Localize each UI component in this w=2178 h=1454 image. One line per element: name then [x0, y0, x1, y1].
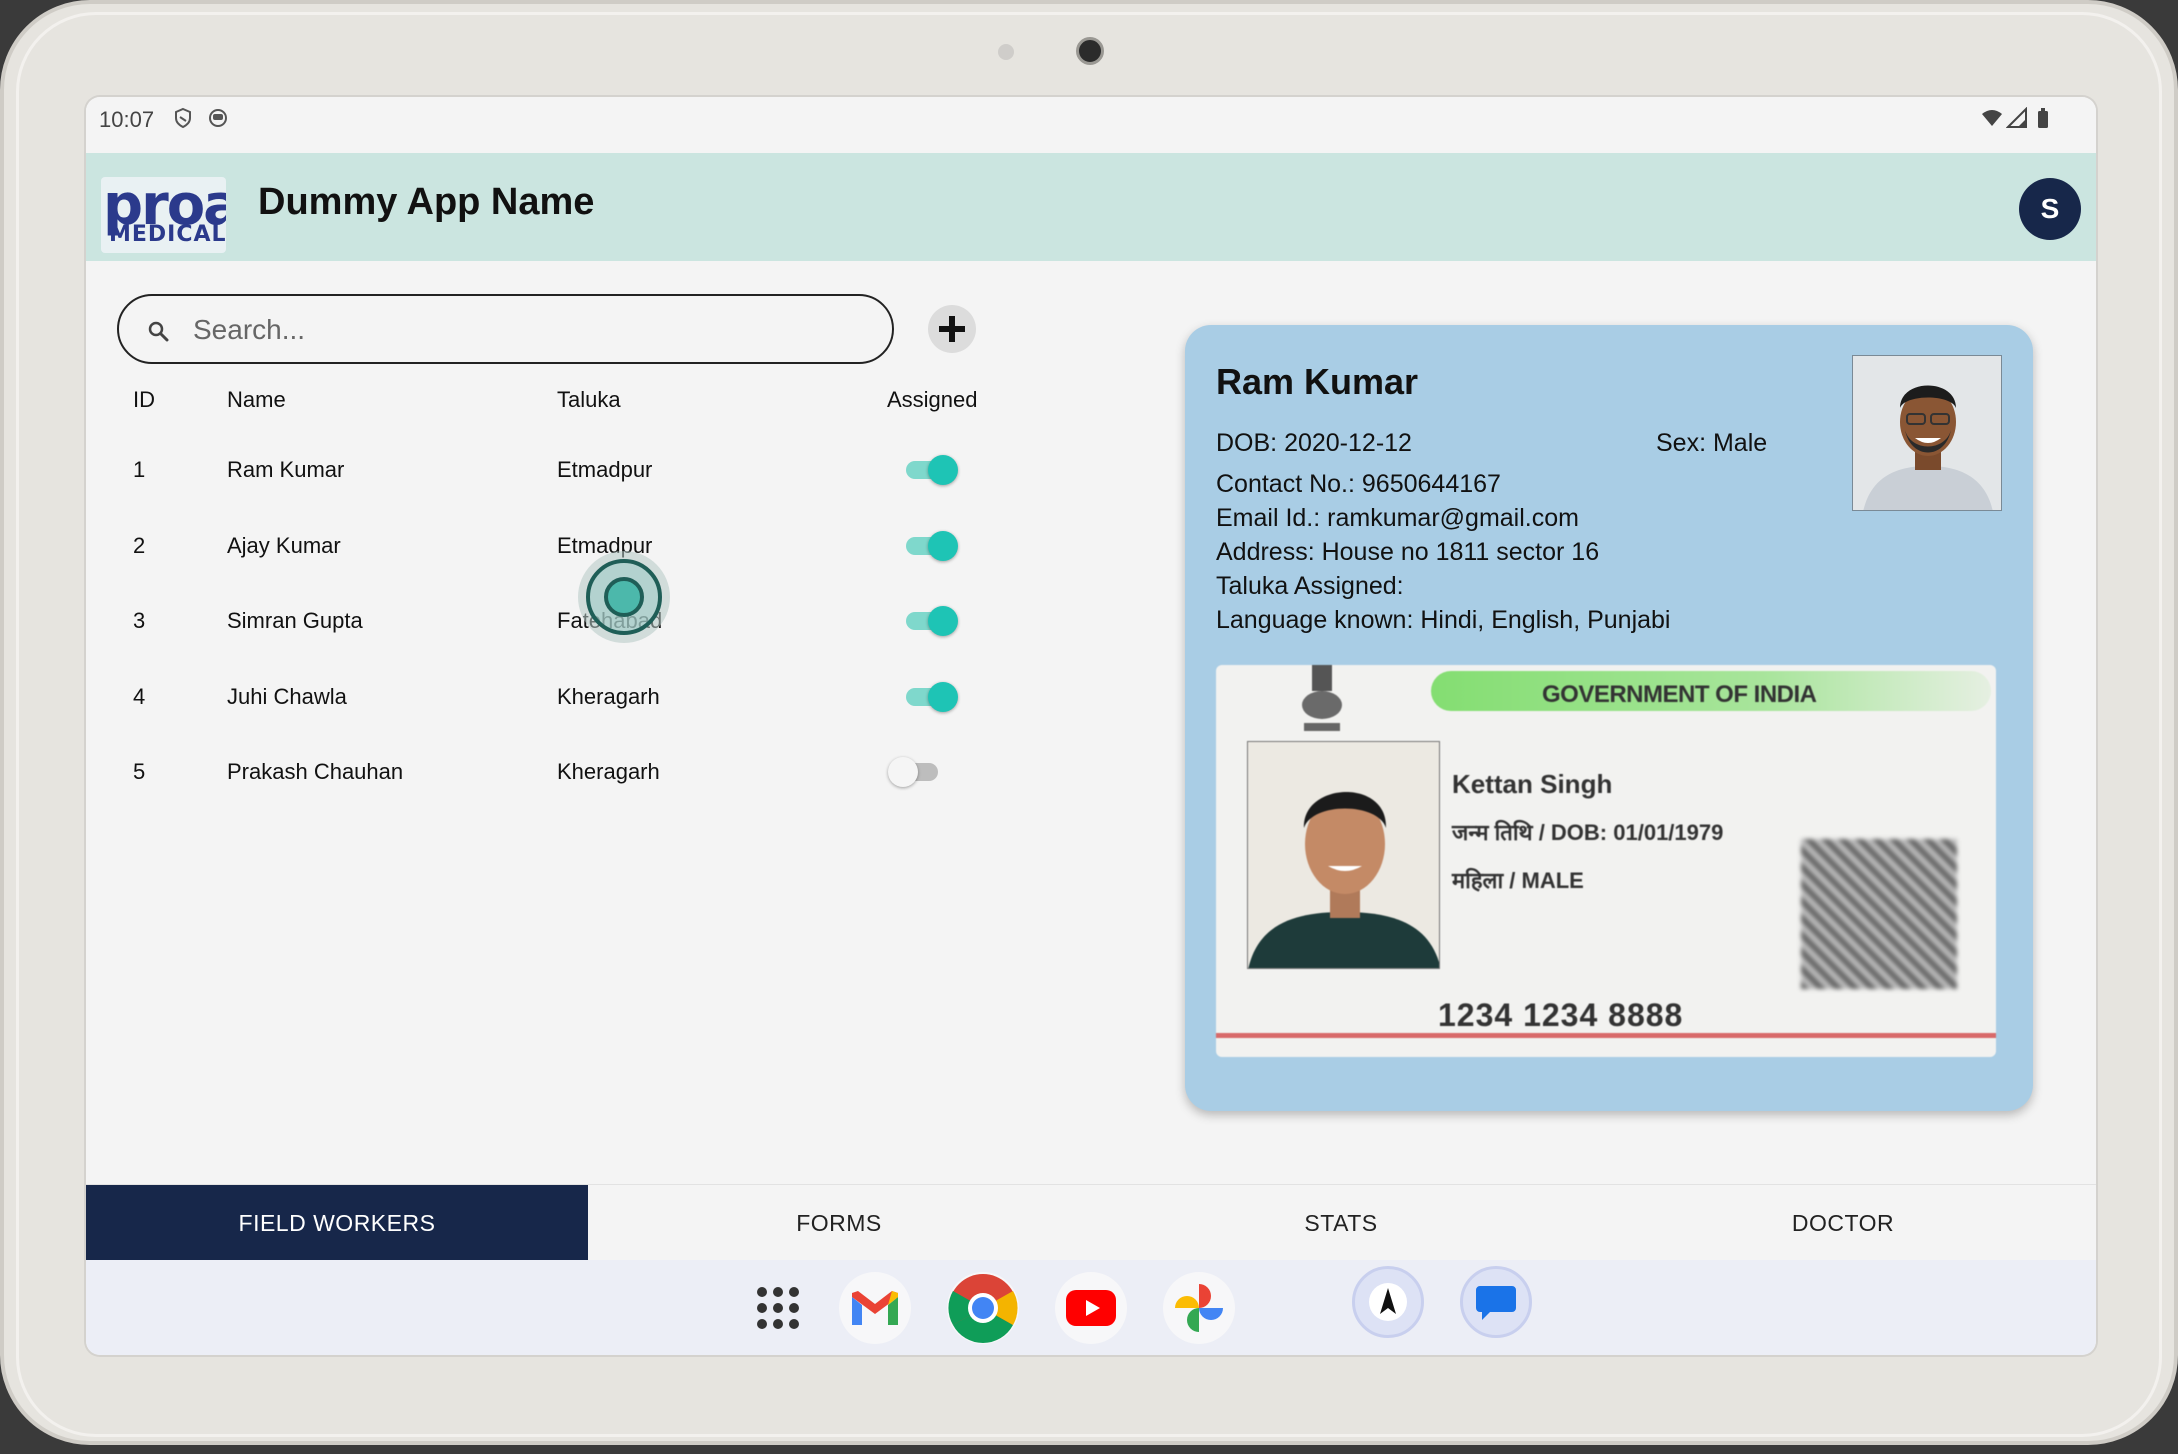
photos-icon[interactable] [1163, 1272, 1235, 1344]
bottom-tab-bar: FIELD WORKERS FORMS STATS DOCTOR [86, 1184, 2096, 1261]
cell-id: 1 [133, 457, 146, 482]
cell-id: 3 [133, 608, 146, 633]
assigned-toggle[interactable] [900, 531, 958, 561]
battery-icon [2038, 108, 2048, 128]
signal-icon [2006, 107, 2027, 128]
screen: 10:07 proa MEDICAL Dummy App Name S ID [86, 97, 2096, 1355]
worker-languages: Language known: Hindi, English, Punjabi [1216, 606, 1671, 634]
plus-icon [939, 316, 965, 342]
cell-taluka: Kheragarh [557, 684, 660, 709]
column-header-name: Name [227, 387, 286, 412]
id-header-text: GOVERNMENT OF INDIA [1542, 681, 1817, 708]
table-row[interactable]: 1 Ram Kumar Etmadpur [86, 442, 1086, 502]
qr-code [1801, 839, 1957, 989]
messages-icon[interactable] [1460, 1266, 1532, 1338]
id-card-dob: जन्म तिथि / DOB: 01/01/1979 [1452, 820, 1724, 845]
worker-contact: Contact No.: 9650644167 [1216, 470, 1501, 498]
status-bar: 10:07 [86, 97, 2096, 153]
tablet-frame: 10:07 proa MEDICAL Dummy App Name S ID [0, 0, 2178, 1445]
cell-id: 2 [133, 533, 146, 558]
column-header-id: ID [133, 387, 155, 412]
search-input[interactable] [193, 308, 873, 352]
worker-photo [1852, 355, 2002, 511]
gmail-icon[interactable] [839, 1272, 911, 1344]
youtube-icon[interactable] [1055, 1272, 1127, 1344]
id-card-number: 1234 1234 8888 [1438, 997, 1684, 1033]
avatar-initial: S [2040, 193, 2060, 224]
worker-email: Email Id.: ramkumar@gmail.com [1216, 504, 1579, 532]
chrome-icon[interactable] [947, 1272, 1019, 1344]
proximity-sensor [998, 44, 1014, 60]
wifi-icon [1982, 110, 2002, 126]
cell-name: Ram Kumar [227, 457, 345, 482]
tab-field-workers[interactable]: FIELD WORKERS [86, 1185, 588, 1261]
app-title: Dummy App Name [258, 181, 595, 223]
cell-taluka: Etmadpur [557, 457, 653, 482]
cell-taluka: Kheragarh [557, 759, 660, 784]
worker-sex: Sex: Male [1656, 429, 1768, 457]
tab-stats[interactable]: STATS [1090, 1185, 1592, 1261]
logo-subtext: MEDICAL [109, 222, 226, 247]
worker-name: Ram Kumar [1216, 361, 1419, 402]
user-avatar[interactable]: S [2019, 178, 2081, 240]
front-camera [1076, 37, 1104, 65]
app-icon[interactable] [1352, 1266, 1424, 1338]
column-header-assigned: Assigned [887, 387, 978, 412]
assigned-toggle[interactable] [900, 606, 958, 636]
id-card-gender: महिला / MALE [1452, 868, 1584, 893]
assigned-toggle[interactable] [900, 455, 958, 485]
cell-id: 4 [133, 684, 146, 709]
worker-dob: DOB: 2020-12-12 [1216, 429, 1412, 457]
cell-id: 5 [133, 759, 146, 784]
assigned-toggle[interactable] [900, 682, 958, 712]
system-dock [86, 1260, 2096, 1355]
emblem-icon [1302, 665, 1342, 731]
worker-detail-card: Ram Kumar DOB: 2020-12-12 Sex: Male Cont… [1185, 325, 2033, 1111]
shield-icon [175, 107, 191, 129]
cell-name: Prakash Chauhan [227, 759, 404, 784]
cell-name: Juhi Chawla [227, 684, 347, 709]
id-card-footer-line [1216, 1033, 1996, 1038]
assigned-toggle[interactable] [888, 757, 944, 787]
tab-forms[interactable]: FORMS [588, 1185, 1090, 1261]
status-time: 10:07 [99, 107, 155, 132]
app-bar: proa MEDICAL Dummy App Name S [86, 153, 2096, 261]
aadhaar-card-image: GOVERNMENT OF INDIA Kettan Singh जन्म ति… [1216, 665, 1996, 1057]
table-row[interactable]: 5 Prakash Chauhan Kheragarh [86, 744, 1086, 804]
cell-name: Ajay Kumar [227, 533, 341, 558]
worker-address: Address: House no 1811 sector 16 [1216, 538, 1600, 566]
sync-status-icon [209, 109, 227, 127]
tab-doctor[interactable]: DOCTOR [1592, 1185, 2094, 1261]
column-header-taluka: Taluka [557, 387, 621, 412]
cell-name: Simran Gupta [227, 608, 363, 633]
touch-indicator [578, 551, 670, 643]
proa-medical-logo: proa MEDICAL [101, 177, 226, 253]
id-card-name: Kettan Singh [1452, 769, 1613, 799]
add-worker-button[interactable] [928, 305, 976, 353]
id-card-photo [1247, 741, 1440, 969]
apps-grid-icon[interactable] [742, 1272, 814, 1344]
worker-taluka-assigned: Taluka Assigned: [1216, 572, 1404, 600]
table-row[interactable]: 4 Juhi Chawla Kheragarh [86, 669, 1086, 729]
search-bar[interactable] [117, 294, 894, 364]
search-icon [148, 321, 169, 342]
